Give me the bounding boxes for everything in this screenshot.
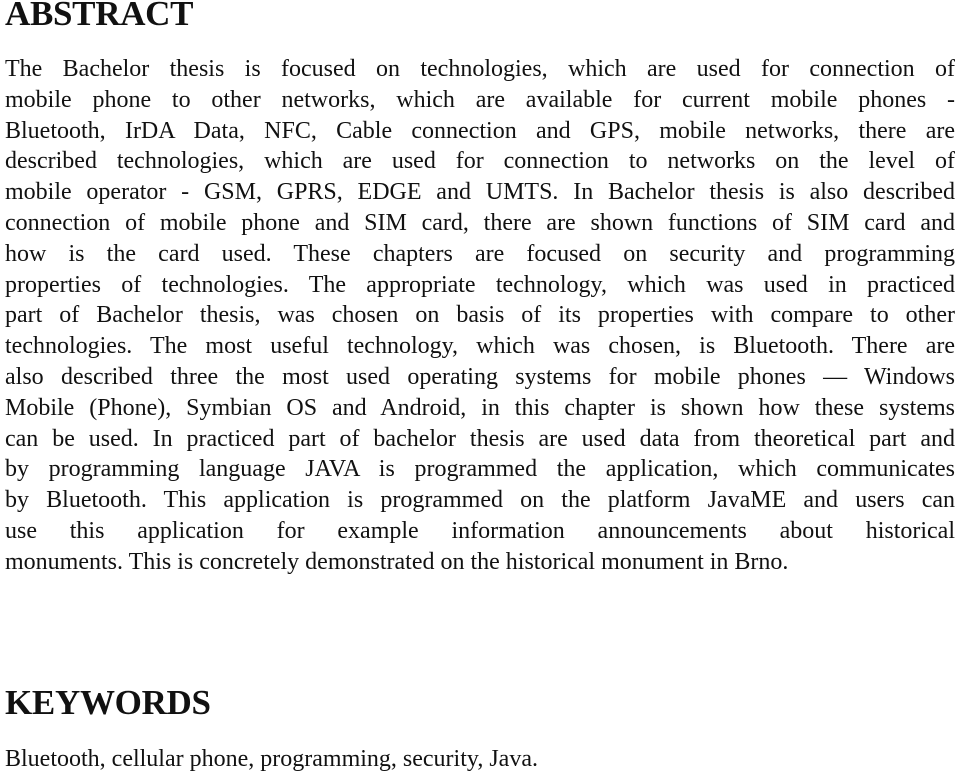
- keywords-list: Bluetooth, cellular phone, programming, …: [5, 746, 538, 772]
- abstract-line: Mobile (Phone), Symbian OS and Android, …: [5, 394, 955, 421]
- abstract-line: how is the card used. These chapters are…: [5, 240, 955, 267]
- abstract-line: The Bachelor thesis is focused on techno…: [5, 56, 955, 82]
- abstract-line: use this application for example informa…: [5, 517, 955, 544]
- abstract-line: also described three the most used opera…: [5, 363, 955, 390]
- abstract-line: technologies. The most useful technology…: [5, 333, 955, 360]
- keywords-heading: KEYWORDS: [5, 683, 211, 722]
- abstract-line: can be used. In practiced part of bachel…: [5, 425, 955, 452]
- abstract-line: monuments. This is concretely demonstrat…: [5, 548, 789, 575]
- abstract-line: properties of technologies. The appropri…: [5, 271, 955, 298]
- abstract-paragraph: The Bachelor thesis is focused on techno…: [5, 54, 955, 578]
- abstract-line: connection of mobile phone and SIM card,…: [5, 209, 955, 236]
- abstract-line: mobile phone to other networks, which ar…: [5, 86, 955, 113]
- abstract-line: mobile operator - GSM, GPRS, EDGE and UM…: [5, 179, 955, 206]
- abstract-line: part of Bachelor thesis, was chosen on b…: [5, 302, 955, 329]
- abstract-line: Bluetooth, IrDA Data, NFC, Cable connect…: [5, 117, 955, 144]
- abstract-line: by programming language JAVA is programm…: [5, 456, 955, 483]
- abstract-line: by Bluetooth. This application is progra…: [5, 487, 955, 514]
- abstract-heading: ABSTRACT: [5, 0, 194, 33]
- abstract-line: described technologies, which are used f…: [5, 148, 955, 175]
